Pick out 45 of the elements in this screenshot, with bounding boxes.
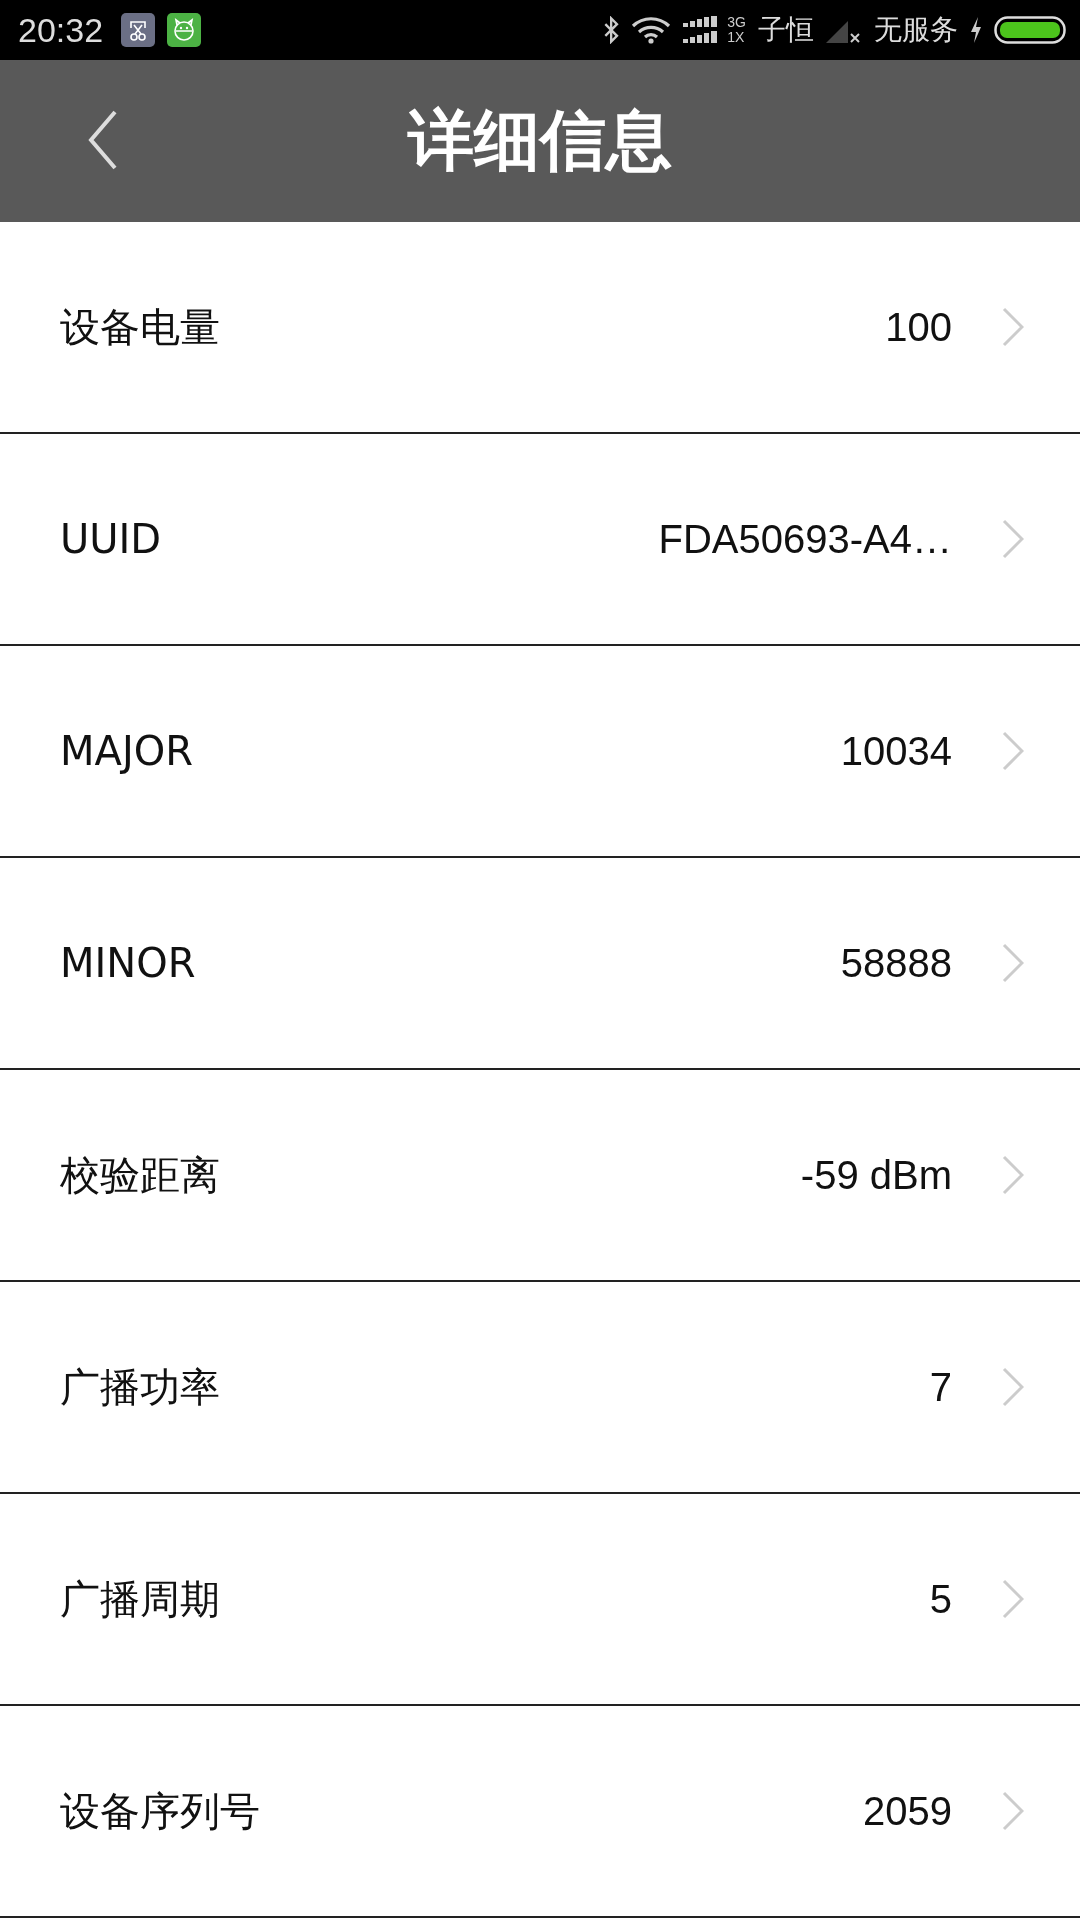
list-item[interactable]: 设备电量 100 xyxy=(0,222,1080,434)
chevron-icon xyxy=(1002,519,1024,559)
bluetooth-icon xyxy=(603,16,620,44)
item-value: 2059 xyxy=(863,1788,952,1834)
scissors-app-icon xyxy=(121,13,156,47)
list-item[interactable]: 设备序列号 2059 xyxy=(0,1706,1080,1918)
item-value: FDA50693-A4… xyxy=(658,516,952,562)
battery-icon xyxy=(994,16,1066,44)
network-type: 3G xyxy=(727,15,746,30)
item-value: 100 xyxy=(885,304,952,350)
page-title: 详细信息 xyxy=(408,101,672,181)
wifi-icon xyxy=(631,16,672,44)
chevron-icon xyxy=(1002,1367,1024,1407)
item-value: 58888 xyxy=(840,940,952,986)
list-item[interactable]: UUID FDA50693-A4… xyxy=(0,434,1080,646)
status-time: 20:32 xyxy=(18,10,104,50)
list-item[interactable]: MAJOR 10034 xyxy=(0,646,1080,858)
network-type: 1X xyxy=(727,30,746,45)
list-item[interactable]: 广播功率 7 xyxy=(0,1282,1080,1494)
chevron-icon xyxy=(1002,731,1024,771)
item-label: 广播功率 xyxy=(60,1362,221,1412)
chevron-icon xyxy=(1002,943,1024,983)
chevron-icon xyxy=(1002,1155,1024,1195)
list-item[interactable]: 广播周期 5 xyxy=(0,1494,1080,1706)
item-label: MAJOR xyxy=(60,728,194,774)
back-button[interactable] xyxy=(88,110,118,170)
list-item[interactable]: MINOR 58888 xyxy=(0,858,1080,1070)
chevron-icon xyxy=(1002,1791,1024,1831)
item-label: 广播周期 xyxy=(60,1574,221,1624)
robot-app-icon xyxy=(167,13,202,47)
item-value: -59 dBm xyxy=(800,1152,952,1198)
chevron-icon xyxy=(1002,1579,1024,1619)
item-label: 校验距离 xyxy=(60,1150,221,1200)
item-label: UUID xyxy=(60,516,163,562)
item-label: 设备电量 xyxy=(60,302,221,352)
chevron-icon xyxy=(1002,307,1024,347)
item-label: 设备序列号 xyxy=(60,1786,261,1836)
item-label: MINOR xyxy=(60,940,197,986)
item-value: 7 xyxy=(929,1364,952,1410)
list-item[interactable]: 校验距离 -59 dBm xyxy=(0,1070,1080,1282)
carrier-name: 子恒 xyxy=(758,12,814,48)
item-value: 5 xyxy=(929,1576,952,1622)
carrier-name: 无服务 xyxy=(874,12,958,48)
charging-icon xyxy=(970,16,982,44)
item-value: 10034 xyxy=(840,728,952,774)
